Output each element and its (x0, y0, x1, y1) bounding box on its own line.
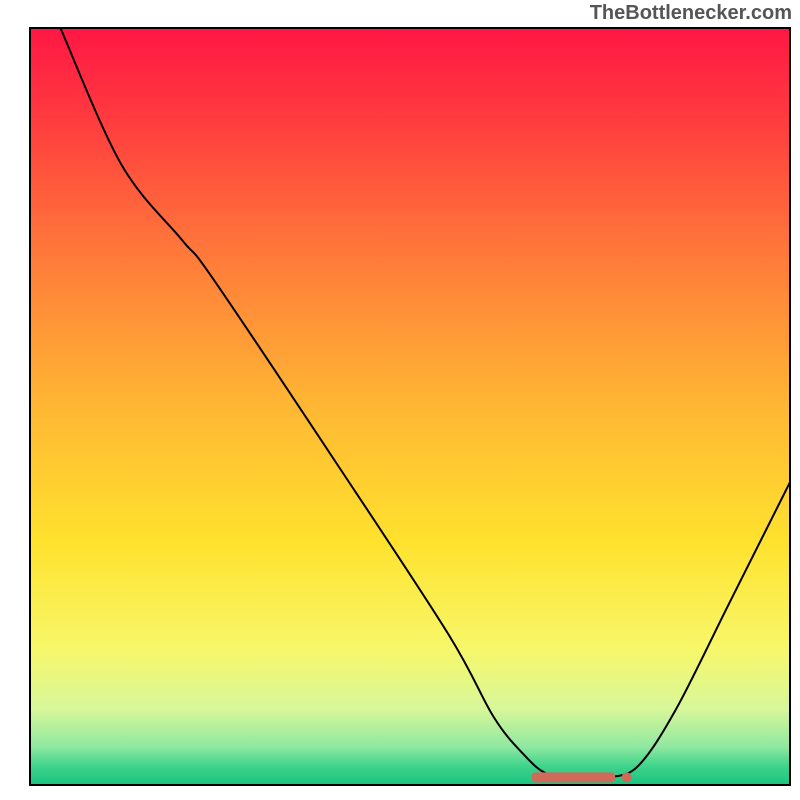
watermark-text: TheBottlenecker.com (590, 2, 792, 25)
gradient-background (30, 28, 790, 785)
plot-area (30, 28, 790, 785)
bottleneck-chart (0, 0, 800, 800)
chart-container: TheBottlenecker.com (0, 0, 800, 800)
optimal-range-marker (532, 772, 616, 782)
optimal-range-end-dot (622, 772, 632, 782)
